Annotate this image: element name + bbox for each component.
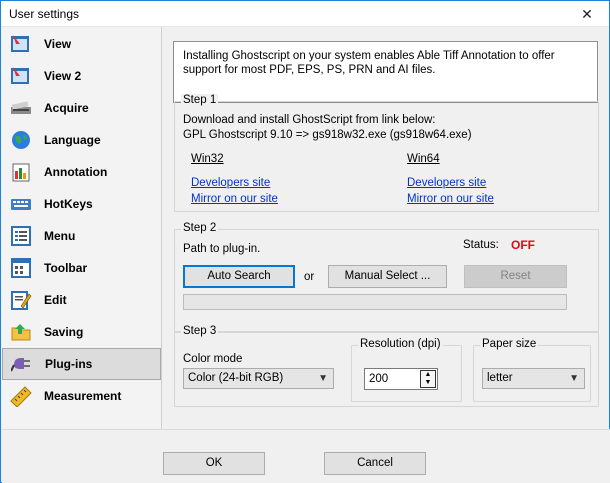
scanner-icon <box>10 97 32 119</box>
sidebar-item-label: Edit <box>44 293 67 307</box>
dialog-footer: OK Cancel <box>2 429 610 483</box>
view2-icon <box>10 65 32 87</box>
view-icon <box>10 33 32 55</box>
step1-instructions: Download and install GhostScript from li… <box>183 114 436 126</box>
resolution-value: 200 <box>369 373 389 385</box>
plugins-panel: Installing Ghostscript on your system en… <box>163 27 609 429</box>
sidebar-item-menu[interactable]: Menu <box>2 220 161 252</box>
sidebar-item-measurement[interactable]: Measurement <box>2 380 161 412</box>
ghostscript-info-box: Installing Ghostscript on your system en… <box>173 41 598 103</box>
sidebar-item-saving[interactable]: Saving <box>2 316 161 348</box>
sidebar-item-label: Measurement <box>44 389 122 403</box>
sidebar-item-label: View 2 <box>44 69 82 83</box>
win32-mirror-link[interactable]: Mirror on our site <box>191 193 278 205</box>
step1-ghostscript-version: GPL Ghostscript 9.10 => gs918w32.exe (gs… <box>183 129 472 141</box>
win32-developers-link[interactable]: Developers site <box>191 177 270 189</box>
color-mode-label: Color mode <box>183 353 243 365</box>
color-mode-value: Color (24-bit RGB) <box>188 372 284 384</box>
color-mode-select[interactable]: Color (24-bit RGB) ▼ <box>183 368 334 389</box>
sidebar-item-plug-ins[interactable]: Plug-ins <box>2 348 161 380</box>
manual-select-button[interactable]: Manual Select ... <box>328 265 447 288</box>
status-label: Status: <box>463 239 499 251</box>
resolution-label: Resolution (dpi) <box>358 338 443 350</box>
sidebar-item-edit[interactable]: Edit <box>2 284 161 316</box>
chevron-down-icon: ▼ <box>318 373 328 384</box>
sidebar-item-view-2[interactable]: View 2 <box>2 60 161 92</box>
sidebar-item-label: Saving <box>44 325 84 339</box>
paper-size-value: letter <box>487 372 513 384</box>
ruler-icon <box>10 385 32 408</box>
toolbar-icon <box>10 257 32 279</box>
paper-size-select[interactable]: letter ▼ <box>482 368 585 389</box>
sidebar-item-label: Toolbar <box>44 261 88 275</box>
sidebar-item-hotkeys[interactable]: HotKeys <box>2 188 161 220</box>
win32-heading: Win32 <box>191 153 224 165</box>
annotation-icon <box>10 161 32 183</box>
edit-icon <box>10 289 32 311</box>
keyboard-icon <box>10 193 32 215</box>
paper-size-group: Paper size letter ▼ <box>473 338 591 402</box>
paper-size-label: Paper size <box>480 338 539 350</box>
reset-button[interactable]: Reset <box>464 265 567 288</box>
sidebar-item-label: Language <box>44 133 101 147</box>
window-title: User settings <box>9 7 80 21</box>
path-to-plugin-label: Path to plug-in. <box>183 243 261 255</box>
ok-button[interactable]: OK <box>163 452 265 475</box>
sidebar-item-language[interactable]: Language <box>2 124 161 156</box>
sidebar-item-label: Plug-ins <box>45 357 93 371</box>
sidebar-item-label: View <box>44 37 72 51</box>
win64-heading: Win64 <box>407 153 440 165</box>
win64-mirror-link[interactable]: Mirror on our site <box>407 193 494 205</box>
sidebar-item-label: HotKeys <box>44 197 93 211</box>
step2-group: Step 2 Path to plug-in. Status: OFF Auto… <box>174 222 599 332</box>
sidebar-item-acquire[interactable]: Acquire <box>2 92 161 124</box>
sidebar-item-view[interactable]: View <box>2 28 161 60</box>
status-badge: OFF <box>511 238 535 252</box>
step2-title: Step 2 <box>181 222 219 234</box>
plugins-icon <box>10 353 33 375</box>
step1-group: Step 1 Download and install GhostScript … <box>174 94 599 212</box>
menu-icon <box>10 225 32 247</box>
resolution-group: Resolution (dpi) 200 ▲ ▼ <box>351 338 462 402</box>
chevron-down-icon: ▼ <box>569 373 579 384</box>
sidebar-item-label: Menu <box>44 229 76 243</box>
win64-developers-link[interactable]: Developers site <box>407 177 486 189</box>
settings-sidebar: View View 2 Acquire Language Annotation <box>2 27 162 429</box>
sidebar-item-annotation[interactable]: Annotation <box>2 156 161 188</box>
stepper-arrows-icon[interactable]: ▲ ▼ <box>420 370 436 388</box>
globe-icon <box>10 129 32 151</box>
saving-icon <box>10 321 32 343</box>
resolution-stepper[interactable]: 200 ▲ ▼ <box>364 368 438 390</box>
settings-window: User settings ✕ View View 2 Acquire Lang… <box>0 0 610 483</box>
sidebar-item-label: Annotation <box>44 165 108 179</box>
step3-group: Step 3 Color mode Color (24-bit RGB) ▼ R… <box>174 325 599 407</box>
title-bar: User settings ✕ <box>1 1 609 27</box>
step3-title: Step 3 <box>181 325 219 337</box>
cancel-button[interactable]: Cancel <box>324 452 426 475</box>
plugin-path-field <box>183 294 567 310</box>
or-label: or <box>304 271 315 283</box>
close-icon[interactable]: ✕ <box>565 1 609 27</box>
sidebar-item-label: Acquire <box>44 101 89 115</box>
sidebar-item-toolbar[interactable]: Toolbar <box>2 252 161 284</box>
step1-title: Step 1 <box>181 94 219 106</box>
auto-search-button[interactable]: Auto Search <box>183 265 295 288</box>
